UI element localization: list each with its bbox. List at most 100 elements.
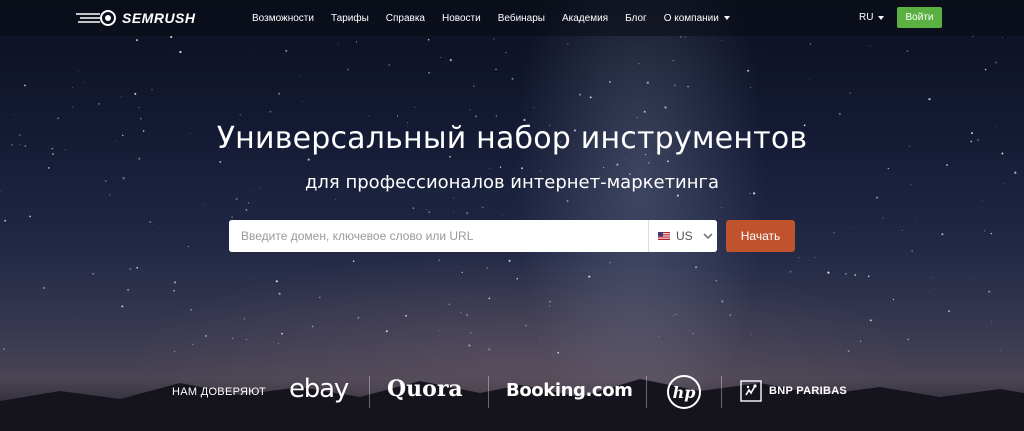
star: [493, 38, 495, 40]
star: [814, 257, 816, 258]
star: [92, 272, 95, 275]
star: [672, 315, 674, 317]
star: [636, 116, 638, 119]
logo-wordmark: SEMRUSH: [122, 10, 196, 26]
nav-item-webinars[interactable]: Вебинары: [498, 13, 545, 24]
star: [468, 344, 471, 347]
star: [638, 62, 640, 65]
login-button[interactable]: Войти: [897, 7, 942, 28]
star: [269, 110, 272, 113]
star: [426, 208, 428, 210]
star: [299, 75, 301, 77]
star: [729, 314, 731, 316]
star: [231, 216, 233, 218]
star: [516, 277, 519, 280]
star: [449, 155, 451, 158]
nav-item-pricing[interactable]: Тарифы: [331, 13, 369, 24]
star: [149, 221, 151, 223]
nav-item-academy[interactable]: Академия: [562, 13, 608, 24]
star: [569, 217, 571, 218]
star: [915, 217, 916, 219]
star: [469, 109, 471, 111]
star: [120, 96, 122, 98]
nav-item-company-dropdown[interactable]: О компании: [664, 13, 730, 24]
star: [158, 227, 160, 228]
star: [97, 102, 101, 105]
star: [13, 114, 15, 115]
star: [997, 92, 999, 94]
star: [43, 286, 46, 290]
star: [57, 117, 59, 119]
star: [643, 110, 646, 113]
star: [488, 297, 491, 300]
star: [827, 271, 830, 274]
star: [798, 257, 800, 259]
star: [721, 300, 724, 303]
star: [892, 298, 895, 301]
country-select[interactable]: US: [648, 220, 717, 252]
start-button[interactable]: Начать: [726, 220, 795, 252]
star: [428, 71, 430, 74]
star: [566, 200, 569, 202]
star: [692, 332, 694, 334]
star: [281, 332, 283, 335]
star: [439, 330, 441, 332]
star: [948, 310, 951, 313]
star: [438, 259, 441, 262]
trusted-by-label: НАМ ДОВЕРЯЮТ: [172, 386, 267, 398]
star: [687, 85, 689, 88]
nav-item-features[interactable]: Возможности: [252, 13, 314, 24]
nav-item-help[interactable]: Справка: [386, 13, 425, 24]
star: [747, 69, 750, 72]
star: [449, 58, 452, 62]
star: [243, 318, 246, 320]
bnp-paribas-label: BNP PARIBAS: [769, 385, 848, 397]
star: [24, 84, 26, 87]
star: [859, 340, 862, 342]
star: [352, 260, 355, 263]
semrush-logo[interactable]: SEMRUSH: [74, 9, 196, 27]
star: [624, 158, 626, 160]
star: [138, 157, 141, 160]
nav-item-blog[interactable]: Блог: [625, 13, 647, 24]
star: [499, 166, 502, 168]
star: [876, 196, 879, 199]
star: [658, 336, 660, 337]
star: [71, 87, 73, 89]
star: [634, 81, 635, 82]
search-input[interactable]: [229, 220, 648, 252]
star: [972, 36, 974, 38]
star: [869, 45, 871, 47]
star: [135, 39, 138, 42]
star: [466, 211, 469, 215]
quora-logo: Quora: [387, 376, 463, 402]
star: [428, 211, 431, 214]
star: [338, 44, 339, 46]
star: [412, 207, 415, 209]
star: [453, 197, 455, 199]
star: [247, 202, 250, 204]
main-nav: Возможности Тарифы Справка Новости Вебин…: [252, 0, 747, 36]
star: [882, 217, 884, 219]
star: [174, 281, 176, 284]
star: [495, 115, 498, 117]
star: [845, 273, 847, 275]
star: [887, 167, 889, 170]
star: [460, 311, 462, 314]
star: [495, 68, 497, 71]
language-selector[interactable]: RU: [859, 12, 885, 23]
star: [205, 335, 207, 337]
star: [588, 275, 591, 278]
star: [278, 292, 281, 295]
top-navigation-bar: SEMRUSH Возможности Тарифы Справка Новос…: [0, 0, 1024, 36]
star: [77, 70, 79, 72]
nav-item-news[interactable]: Новости: [442, 13, 481, 24]
star: [928, 97, 931, 101]
star: [78, 317, 80, 319]
star: [749, 192, 751, 195]
star: [481, 206, 484, 209]
star: [138, 106, 141, 109]
star: [567, 43, 569, 45]
divider: [721, 376, 722, 408]
star: [511, 77, 514, 80]
